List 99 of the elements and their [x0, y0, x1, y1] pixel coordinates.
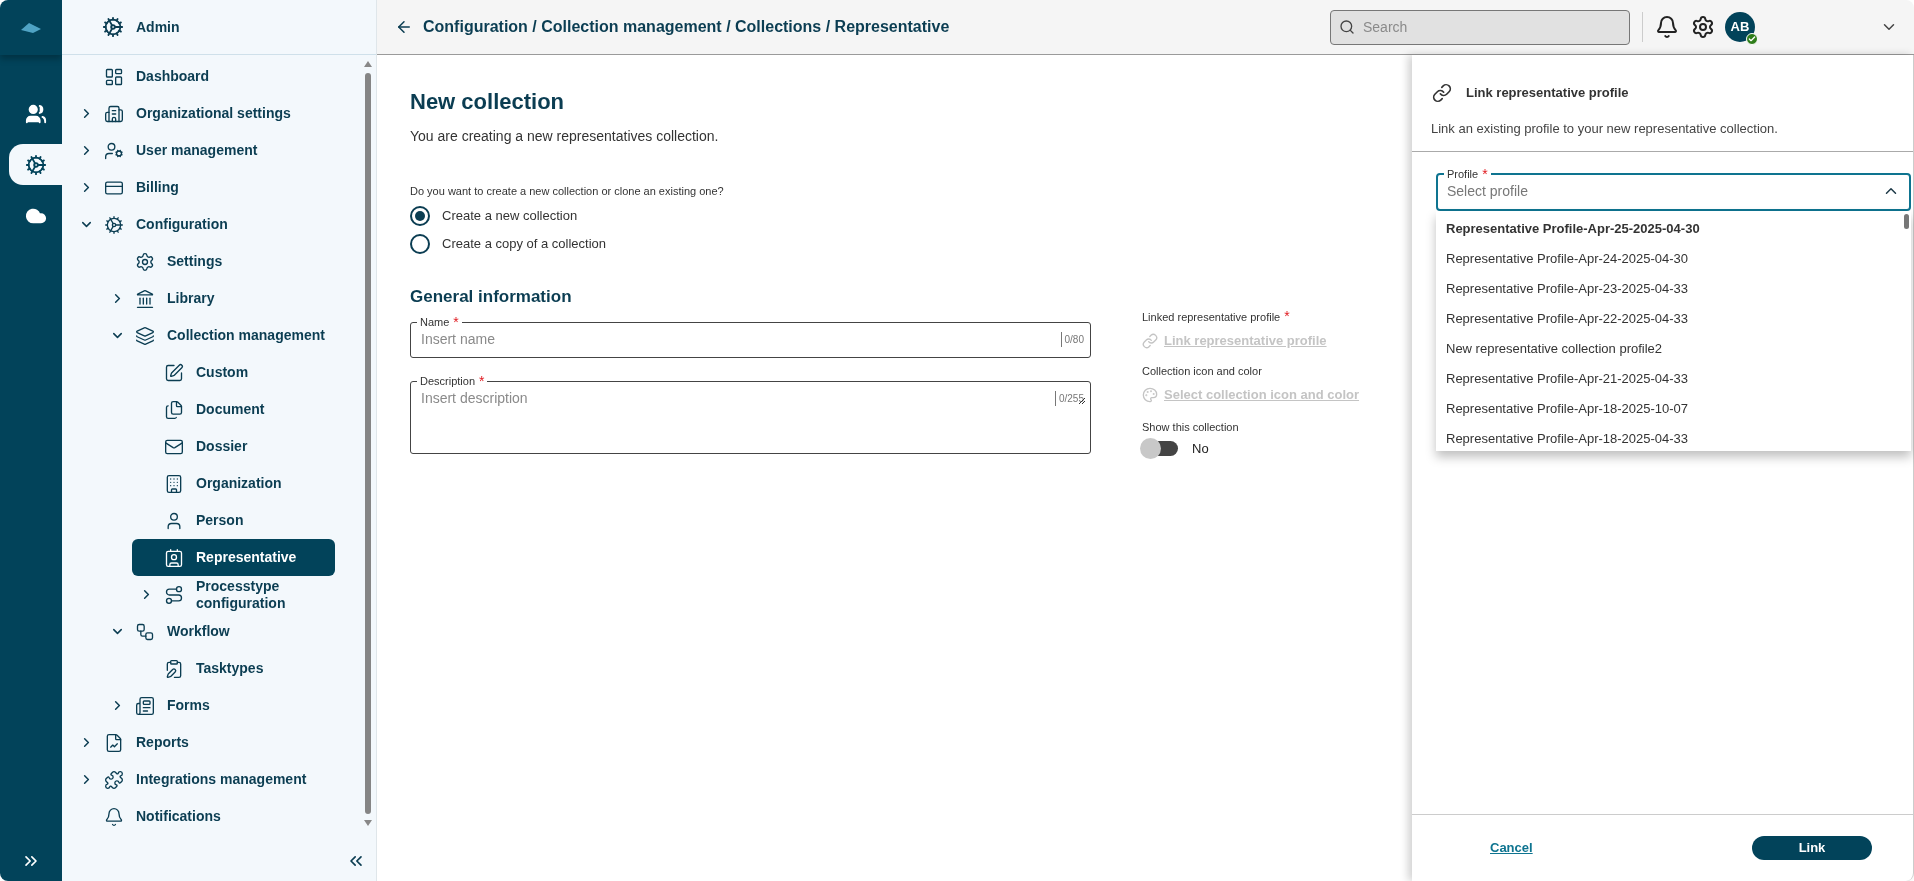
description-input[interactable]: Insert description: [417, 388, 1055, 409]
building-icon: [164, 473, 184, 494]
field-label: Profile: [1447, 166, 1479, 181]
rail-button[interactable]: [9, 144, 62, 185]
sidebar-item[interactable]: Document: [132, 391, 335, 428]
sidebar-item[interactable]: Organization: [132, 465, 335, 502]
bank-icon: [135, 288, 155, 309]
gear-icon: [102, 16, 124, 38]
radio-button[interactable]: [410, 233, 430, 254]
user-gear-icon: [104, 140, 124, 161]
bell-icon: [104, 806, 124, 827]
panel-title: Link representative profile: [1466, 84, 1629, 103]
page-subtitle: You are creating a new representatives collection.: [410, 127, 720, 146]
section-title: General information: [410, 285, 573, 308]
route-icon: [164, 584, 184, 605]
sidebar-item[interactable]: Organizational settings: [72, 95, 335, 132]
dropdown-option[interactable]: Representative Profile-Apr-22-2025-04-33: [1436, 303, 1911, 334]
settings-icon: [24, 153, 47, 176]
sidebar-item[interactable]: Dashboard: [72, 58, 335, 95]
sidebar-item[interactable]: Billing: [72, 169, 335, 206]
name-input[interactable]: Insert name: [417, 329, 1061, 350]
sidebar-item[interactable]: Configuration: [72, 206, 335, 243]
dropdown-option[interactable]: Representative Profile-Apr-18-2025-10-07: [1436, 393, 1911, 424]
settings-button[interactable]: [1691, 15, 1715, 39]
search-field[interactable]: Search: [1330, 9, 1630, 45]
form-icon: [135, 695, 155, 716]
toggle-value: No: [1192, 440, 1209, 458]
report-icon: [104, 732, 124, 753]
sidebar-item[interactable]: Tasktypes: [132, 650, 335, 687]
gear-list-icon: [104, 214, 124, 235]
notifications-button[interactable]: [1655, 15, 1679, 39]
palette-icon: [1142, 386, 1158, 403]
sidebar-item[interactable]: Library: [103, 280, 335, 317]
radio-option[interactable]: Create a copy of a collection: [410, 233, 1412, 254]
sidebar-item[interactable]: Representative: [132, 539, 335, 576]
dropdown-option[interactable]: Representative Profile-Apr-21-2025-04-33: [1436, 363, 1911, 394]
panel-description: Link an existing profile to your new representative collection.: [1430, 120, 1779, 138]
field-label: Collection icon and color: [1142, 363, 1262, 379]
radio-button[interactable]: [410, 205, 430, 226]
sidebar-item[interactable]: Collection management: [103, 317, 335, 354]
radio-option[interactable]: Create a new collection: [410, 205, 1412, 226]
contact-card-icon: [164, 547, 184, 568]
required-asterisk: *: [1482, 166, 1488, 181]
clipboard-icon: [164, 658, 184, 679]
link-icon: [1142, 332, 1158, 349]
breadcrumb: Configuration / Collection management / Collections / Representative: [423, 17, 950, 37]
toggle-label: Show this collection: [1142, 419, 1240, 435]
dropdown-option[interactable]: Representative Profile-Apr-18-2025-04-33: [1436, 423, 1911, 451]
people-icon: [24, 102, 47, 125]
cancel-link[interactable]: Cancel: [1490, 838, 1533, 858]
puzzle-icon: [104, 769, 124, 790]
search-input[interactable]: Search: [1363, 16, 1621, 38]
sidebar-item[interactable]: Dossier: [132, 428, 335, 465]
description-field[interactable]: Description * Insert description 0/255: [410, 374, 1091, 454]
bell-icon: [1655, 15, 1679, 39]
search-icon: [1339, 19, 1355, 35]
scrollbar-thumb: [1904, 213, 1909, 229]
dropdown-option[interactable]: New representative collection profile2: [1436, 333, 1911, 364]
link-button[interactable]: Link: [1752, 836, 1872, 860]
required-asterisk: *: [479, 374, 485, 388]
field-label: Description: [420, 374, 476, 388]
building-icon: [104, 103, 124, 124]
sidebar-item[interactable]: Workflow: [103, 613, 335, 650]
sidebar-title: Admin: [136, 17, 180, 37]
workflow-icon: [135, 621, 155, 642]
sidebar-item[interactable]: Settings: [103, 243, 335, 280]
logo-icon: [19, 20, 43, 35]
toggle-switch[interactable]: [1142, 441, 1178, 457]
dropdown-option[interactable]: Representative Profile-Apr-24-2025-04-30: [1436, 243, 1911, 274]
layers-icon: [135, 325, 155, 346]
edit-square-icon: [164, 362, 184, 383]
sidebar-item[interactable]: Person: [132, 502, 335, 539]
settings-icon: [1691, 15, 1715, 39]
select-placeholder: Select profile: [1447, 181, 1529, 201]
document-icon: [164, 399, 184, 420]
field-label: Name: [420, 315, 450, 329]
sidebar-item[interactable]: Reports: [72, 724, 335, 761]
name-field[interactable]: Name * Insert name 0/80: [410, 315, 1091, 358]
settings-icon: [135, 251, 155, 272]
dashboard-icon: [104, 66, 124, 87]
sidebar-item[interactable]: User management: [72, 132, 335, 169]
required-asterisk: *: [1284, 308, 1290, 323]
character-counter: 0/80: [1060, 332, 1084, 347]
dropdown-option[interactable]: Representative Profile-Apr-23-2025-04-33: [1436, 273, 1911, 304]
dropdown-option[interactable]: Representative Profile-Apr-25-2025-04-30: [1436, 213, 1911, 244]
field-label: Linked representative profile: [1142, 309, 1281, 325]
question-text: Do you want to create a new collection or clone an existing one?: [410, 184, 725, 199]
back-button[interactable]: [395, 18, 413, 36]
character-counter: 0/255: [1054, 391, 1084, 406]
link-icon: [1432, 83, 1452, 103]
page-title: New collection: [410, 88, 566, 116]
avatar[interactable]: AB: [1725, 12, 1755, 42]
sidebar-item[interactable]: Processtype configuration: [132, 576, 335, 613]
profile-select[interactable]: Profile * Select profile: [1436, 166, 1911, 211]
sidebar-item[interactable]: Notifications: [72, 798, 335, 835]
required-asterisk: *: [453, 315, 459, 329]
sidebar-item[interactable]: Integrations management: [72, 761, 335, 798]
sidebar-item[interactable]: Custom: [132, 354, 335, 391]
sidebar-item[interactable]: Forms: [103, 687, 335, 724]
